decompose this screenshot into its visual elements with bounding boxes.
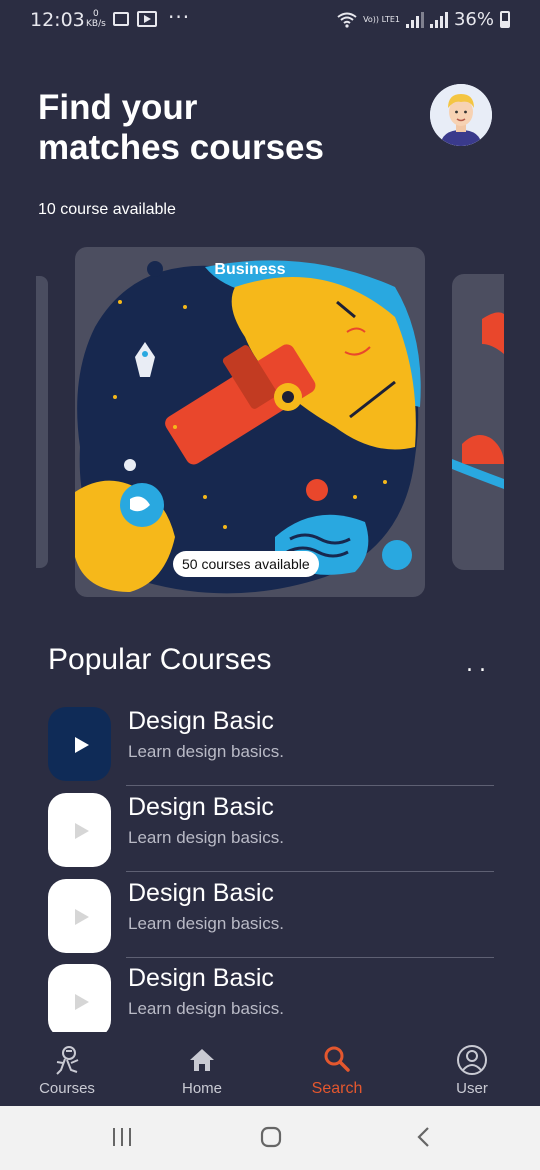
course-name: Design Basic xyxy=(128,879,274,907)
tab-label: User xyxy=(456,1080,488,1097)
course-item[interactable]: Design Basic Learn design basics. xyxy=(46,791,494,877)
course-name: Design Basic xyxy=(128,793,274,821)
astronaut-icon xyxy=(56,1046,79,1075)
data-speed-indicator: 0 KB/s xyxy=(86,9,106,29)
signal-2-icon xyxy=(429,11,448,28)
recent-apps-icon[interactable] xyxy=(110,1124,134,1150)
status-time: 12:03 xyxy=(30,9,85,31)
carousel-card-next[interactable] xyxy=(452,274,504,570)
section-title: Popular Courses xyxy=(48,643,272,676)
status-right: Vo)) LTE1 36% xyxy=(337,9,510,30)
course-description: Learn design basics. xyxy=(128,828,284,847)
tab-label: Courses xyxy=(39,1080,95,1097)
category-label: Business xyxy=(214,261,286,278)
search-icon xyxy=(324,1046,350,1072)
divider xyxy=(126,785,494,786)
battery-percent: 36% xyxy=(453,9,494,30)
course-description: Learn design basics. xyxy=(128,999,284,1018)
course-item[interactable]: Design Basic Learn design basics. xyxy=(46,877,494,963)
tab-label: Home xyxy=(181,1080,222,1097)
tab-user[interactable]: User xyxy=(417,1034,527,1106)
gallery-notification-icon xyxy=(113,12,129,26)
divider xyxy=(126,957,494,958)
avatar[interactable] xyxy=(430,84,492,146)
avatar-illustration xyxy=(430,84,492,146)
tab-courses[interactable]: Courses xyxy=(12,1034,122,1106)
course-thumbnail[interactable] xyxy=(48,707,111,781)
course-item[interactable]: Design Basic Learn design basics. xyxy=(46,962,494,1032)
data-speed-unit: KB/s xyxy=(86,19,106,29)
course-thumbnail[interactable] xyxy=(48,793,111,867)
course-name: Design Basic xyxy=(128,964,274,992)
video-notification-icon xyxy=(137,11,157,27)
play-icon xyxy=(75,737,89,753)
tab-search[interactable]: Search xyxy=(282,1034,392,1106)
more-notifications-icon: ··· xyxy=(168,5,191,29)
courses-count: 10 course available xyxy=(38,201,176,218)
play-icon xyxy=(75,823,89,839)
signal-1-icon xyxy=(405,11,424,28)
course-thumbnail[interactable] xyxy=(48,879,111,953)
back-icon[interactable] xyxy=(412,1124,436,1150)
course-description: Learn design basics. xyxy=(128,914,284,933)
status-bar: 12:03 0 KB/s ··· Vo)) LTE1 36% xyxy=(0,0,540,42)
bottom-navigation: Courses Home Search User xyxy=(0,1034,540,1106)
volte-label: Vo)) LTE1 xyxy=(363,15,400,24)
play-icon xyxy=(75,909,89,925)
tab-label: Search xyxy=(311,1080,363,1097)
home-icon xyxy=(190,1049,214,1071)
tab-home[interactable]: Home xyxy=(147,1034,257,1106)
play-icon xyxy=(75,994,89,1010)
course-description: Learn design basics. xyxy=(128,742,284,761)
data-speed-value: 0 xyxy=(93,9,99,19)
course-name: Design Basic xyxy=(128,707,274,735)
category-count-badge: 50 courses available xyxy=(173,551,319,577)
battery-icon xyxy=(500,11,510,28)
home-button-icon[interactable] xyxy=(258,1124,284,1150)
category-card-business[interactable]: Business 50 courses available xyxy=(75,247,425,597)
user-icon xyxy=(457,1045,487,1075)
next-card-illustration xyxy=(452,312,504,489)
telescope-illustration xyxy=(75,260,421,594)
more-options-button[interactable]: .. xyxy=(466,652,492,677)
course-item[interactable]: Design Basic Learn design basics. xyxy=(46,705,494,791)
wifi-icon xyxy=(337,12,357,28)
carousel-card-previous[interactable] xyxy=(36,276,48,568)
course-thumbnail[interactable] xyxy=(48,964,111,1032)
course-list: Design Basic Learn design basics. Design… xyxy=(46,705,494,1032)
page-title: Find your matches courses xyxy=(38,88,324,167)
divider xyxy=(126,871,494,872)
system-navigation-bar xyxy=(0,1106,540,1170)
